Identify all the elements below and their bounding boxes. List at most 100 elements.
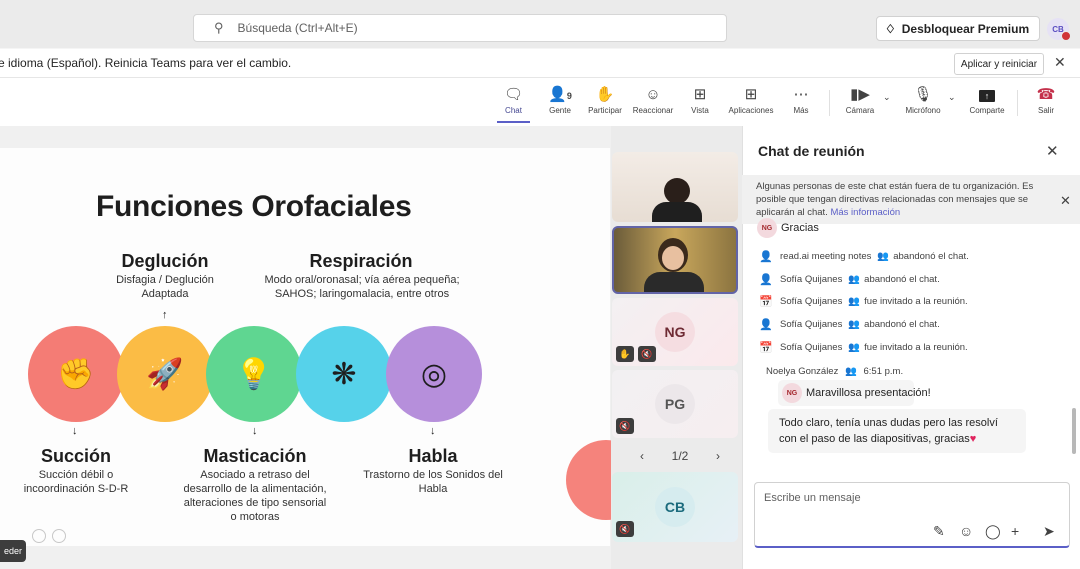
system-event: 👤 read.ai meeting notes 👥 abandonó el ch…: [758, 250, 969, 263]
share-label: Comparte: [969, 106, 1005, 115]
plus-box-icon: ⊞: [744, 86, 758, 103]
more-label: Más: [793, 106, 809, 115]
person-head: [664, 178, 690, 204]
people-label: Gente: [549, 106, 571, 115]
function-description: Modo oral/oronasal; vía aérea pequeña; S…: [264, 274, 460, 300]
video-tile[interactable]: [612, 152, 738, 222]
close-icon[interactable]: ✕: [1060, 193, 1071, 209]
chat-icon: 🗨: [503, 86, 524, 103]
event-name: read.ai meeting notes: [780, 251, 872, 262]
function-title: Succión: [40, 446, 111, 466]
people-icon: 👥: [848, 274, 861, 285]
rocket-icon: 🚀: [117, 326, 213, 422]
lightbulb-icon: 💡: [206, 326, 302, 422]
send-icon[interactable]: ➤: [1043, 523, 1055, 540]
camera-button[interactable]: ▮▶ Cámara: [843, 84, 877, 115]
close-icon[interactable]: ✕: [1054, 54, 1066, 71]
people-icon: 👥: [848, 296, 861, 307]
external-users-warning: Algunas personas de este chat están fuer…: [742, 175, 1080, 224]
event-action: fue invitado a la reunión.: [864, 296, 968, 307]
function-title: Deglución: [121, 251, 209, 271]
person-body: [652, 202, 702, 222]
event-action: abandonó el chat.: [864, 319, 940, 330]
apply-restart-button[interactable]: Aplicar y reiniciar: [954, 53, 1044, 75]
view-label: Vista: [691, 106, 709, 115]
apps-button[interactable]: ⊞ Aplicaciones: [724, 84, 778, 115]
slide-control-dot[interactable]: [52, 529, 66, 543]
chat-scrollbar[interactable]: [1072, 408, 1076, 454]
leave-label: Salir: [1037, 106, 1054, 115]
raise-hand-button[interactable]: ✋ Participar: [585, 84, 625, 115]
search-icon: ⚲: [214, 20, 224, 35]
participant-tile[interactable]: NG ✋ 🔇: [612, 298, 738, 366]
person-leave-icon: 👤: [759, 319, 773, 331]
mic-button[interactable]: 🎙 Micrófono: [901, 84, 945, 115]
notice-text: e idioma (Español). Reinicia Teams para …: [0, 56, 292, 70]
unlock-premium-button[interactable]: ♢ Desbloquear Premium: [876, 16, 1040, 41]
network-icon: ❋: [296, 326, 392, 422]
format-icon[interactable]: ✎: [933, 523, 945, 540]
system-event: 📅 Sofía Quijanes 👥 fue invitado a la reu…: [758, 295, 968, 308]
chevron-down-icon[interactable]: ⌄: [883, 92, 891, 103]
mic-off-icon: 🔇: [616, 521, 634, 537]
arrow-down-icon: ↓: [72, 425, 78, 437]
function-description: Disfagia / Deglución Adaptada: [116, 274, 214, 300]
heart-icon: ♥: [969, 433, 977, 445]
more-icon: ⋯: [793, 86, 809, 103]
camera-off-icon: ▮▶: [850, 86, 870, 103]
more-button[interactable]: ⋯ Más: [790, 84, 812, 115]
calendar-icon: 📅: [759, 342, 773, 354]
event-action: fue invitado a la reunión.: [864, 342, 968, 353]
status-dot: [1061, 31, 1071, 41]
premium-label: Desbloquear Premium: [901, 21, 1030, 36]
chat-button[interactable]: 🗨 Chat: [497, 84, 530, 115]
chat-label: Chat: [505, 106, 522, 115]
participant-tile[interactable]: CB 🔇: [612, 472, 738, 542]
diamond-icon: ♢: [885, 21, 896, 36]
video-tile-active-speaker[interactable]: [612, 226, 738, 294]
chevron-right-icon[interactable]: ›: [716, 449, 720, 463]
mic-label: Micrófono: [905, 106, 941, 115]
sender-name: Noelya González: [766, 366, 839, 377]
share-button[interactable]: ↑ Comparte: [966, 84, 1008, 115]
leave-button[interactable]: ☎ Salir: [1031, 84, 1061, 115]
avatar: NG: [757, 218, 777, 238]
sticker-icon[interactable]: ◯: [985, 523, 1001, 540]
message-text: Gracias: [781, 222, 819, 234]
function-description: Succión débil o incoordinación S-D-R: [23, 469, 129, 495]
react-button[interactable]: ☺ Reaccionar: [630, 84, 676, 115]
emoji-icon[interactable]: ☺: [959, 523, 973, 539]
view-button[interactable]: ⊞ Vista: [686, 84, 714, 115]
chevron-left-icon[interactable]: ‹: [640, 449, 644, 463]
event-name: Sofía Quijanes: [780, 319, 843, 330]
more-info-link[interactable]: Más información: [830, 207, 900, 218]
system-event: 👤 Sofía Quijanes 👥 abandonó el chat.: [758, 318, 940, 331]
person-face: [662, 246, 684, 270]
mic-off-icon: 🔇: [638, 346, 656, 362]
raise-label: Participar: [588, 106, 622, 115]
search-placeholder: Búsqueda (Ctrl+Alt+E): [237, 21, 358, 35]
camera-label: Cámara: [845, 106, 875, 115]
message-bubble[interactable]: [768, 409, 1026, 453]
participant-initials: NG: [655, 312, 695, 352]
message-text: con el paso de las diapositivas, gracias: [779, 433, 970, 445]
toolbar-divider: [1017, 90, 1018, 116]
plus-icon[interactable]: +: [1011, 523, 1019, 539]
message-text-line: con el paso de las diapositivas, gracias…: [779, 433, 976, 445]
participant-tile[interactable]: PG 🔇: [612, 370, 738, 438]
people-icon: 👥: [845, 366, 857, 377]
close-icon[interactable]: ✕: [1046, 142, 1059, 160]
apps-label: Aplicaciones: [728, 106, 774, 115]
message-header: Noelya González 👥 6:51 p.m.: [766, 366, 903, 377]
presenter-chip[interactable]: eder: [0, 540, 26, 562]
people-button[interactable]: 👤9 Gente: [543, 84, 577, 115]
hang-up-icon: ☎: [1036, 86, 1056, 103]
search-box[interactable]: ⚲ Búsqueda (Ctrl+Alt+E): [193, 14, 727, 42]
function-title: Respiración: [309, 251, 413, 271]
arrow-down-icon: ↓: [252, 425, 258, 437]
chevron-down-icon[interactable]: ⌄: [948, 92, 956, 103]
mic-off-icon: 🎙: [913, 86, 933, 103]
people-icon: 👥: [848, 319, 861, 330]
participant-initials: CB: [655, 487, 695, 527]
slide-control-dot[interactable]: [32, 529, 46, 543]
